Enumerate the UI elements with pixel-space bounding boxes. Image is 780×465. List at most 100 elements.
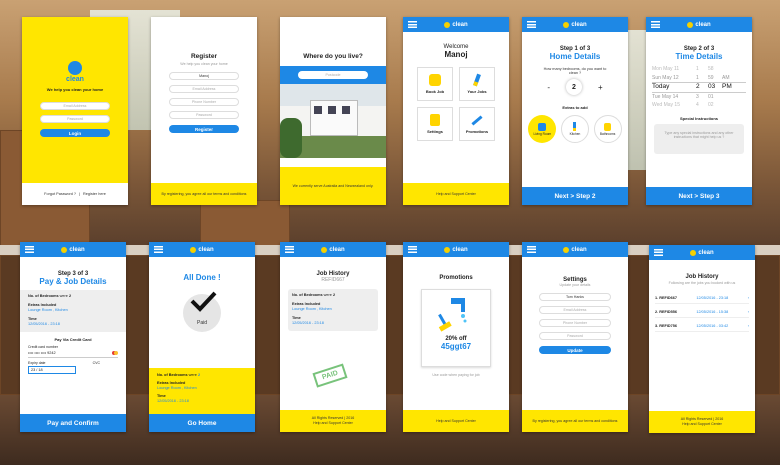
job-ref: REFID667 (321, 277, 345, 283)
promo-card: 20% off 45ggt67 (421, 289, 491, 367)
list-item[interactable]: 3. REFID756 12/05/2016 - 03:42 › (655, 321, 749, 332)
tile-book-job[interactable]: Book Job (417, 67, 453, 101)
brand-header: clean (687, 21, 711, 28)
special-instructions-field[interactable]: Type any special instructions and any ot… (654, 123, 744, 154)
user-name: Manoj (444, 50, 468, 59)
terms-text: By registering, you agree all our terms … (151, 183, 257, 205)
name-field[interactable]: Manoj (169, 72, 239, 80)
support-footer[interactable]: Help and Support Center (403, 410, 509, 432)
promo-code: 45ggt67 (440, 342, 472, 351)
brand-header: clean (61, 246, 85, 253)
job-summary-card: No. of Bedrooms were 2 Extras Included L… (288, 289, 378, 331)
login-button[interactable]: Login (40, 129, 110, 137)
mascot-icon (690, 249, 697, 256)
picker-row: Wed May 15 4 02 (652, 102, 714, 108)
chevron-right-icon: › (747, 310, 749, 314)
email-field[interactable]: Email Address (169, 85, 239, 93)
update-button[interactable]: Update (539, 346, 611, 354)
history-subtitle: Following are the jobs you booked with u… (668, 281, 736, 285)
register-button[interactable]: Register (169, 125, 239, 133)
password-field[interactable]: Password (40, 115, 110, 123)
list-item[interactable]: 1. REFID667 12/05/2016 - 23:18 › (655, 293, 749, 304)
promotions-screen: clean Promotions 20% off 45ggt67 Use cod… (403, 242, 509, 432)
step-heading: Home Details (549, 52, 601, 61)
menu-icon[interactable] (285, 246, 294, 253)
support-link[interactable]: Help and Support Center (682, 422, 722, 427)
support-link[interactable]: Help and Support Center (313, 421, 353, 426)
go-home-button[interactable]: Go Home (149, 414, 255, 432)
picker-row: Mon May 11 1 58 (652, 66, 714, 72)
name-field[interactable]: Tom Hanks (539, 293, 611, 301)
location-screen: Where do you live? Postcode We currently… (280, 17, 386, 205)
phone-field[interactable]: Phone Number (539, 319, 611, 327)
mascot-icon (444, 21, 451, 28)
email-field[interactable]: Email Address (40, 102, 110, 110)
done-title: All Done ! (183, 273, 221, 282)
extra-kitchen[interactable]: Kitchen (560, 115, 589, 143)
pay-confirm-button[interactable]: Pay and Confirm (20, 414, 126, 432)
menu-icon[interactable] (527, 21, 536, 28)
decrement-button[interactable]: - (547, 83, 550, 92)
password-field[interactable]: Password (539, 332, 611, 340)
tile-your-jobs[interactable]: Your Jobs (459, 67, 495, 101)
forgot-password-link[interactable]: Forgot Password ? (44, 192, 76, 196)
tile-promotions[interactable]: Promotions (459, 107, 495, 141)
register-screen: Register We help you clean your home Man… (151, 17, 257, 205)
brand-logo-text: clean (66, 76, 84, 83)
password-field[interactable]: Password (169, 111, 239, 119)
picker-row-selected: Today 2 03 PM (652, 82, 746, 93)
register-here-link[interactable]: Register here (83, 192, 106, 196)
menu-icon[interactable] (154, 246, 163, 253)
extras-label: Extras to add (562, 105, 588, 110)
job-detail-footer: All Rights Reserved | 2016 Help and Supp… (280, 410, 386, 432)
step2-screen: clean Step 2 of 3 Time Details Mon May 1… (646, 17, 752, 205)
vacuum-icon (538, 122, 547, 131)
menu-icon[interactable] (408, 21, 417, 28)
increment-button[interactable]: + (598, 83, 603, 92)
postcode-field[interactable]: Postcode (298, 71, 368, 79)
menu-icon[interactable] (408, 246, 417, 253)
brand-header: clean (563, 246, 587, 253)
home-screen: clean Welcome Manoj Book Job Your Jobs S… (403, 17, 509, 205)
mascot-icon (321, 246, 328, 253)
pay-title: Pay Via Credit Card (54, 336, 92, 342)
date-time-picker[interactable]: Mon May 11 1 58 Sun May 12 1 59 AM Today 2 03 PM… (652, 65, 746, 110)
job-summary-card: No. of Bedrooms were 2 Extras Included L… (20, 290, 126, 332)
support-footer[interactable]: Help and Support Center (403, 183, 509, 205)
menu-icon[interactable] (654, 249, 663, 256)
phone-field[interactable]: Phone Number (169, 98, 239, 106)
menu-icon[interactable] (527, 246, 536, 253)
brand-header: clean (444, 21, 468, 28)
mascot-icon (563, 246, 570, 253)
chevron-right-icon: › (747, 296, 749, 300)
mascot-icon (190, 246, 197, 253)
menu-icon[interactable] (651, 21, 660, 28)
card-number-field[interactable]: •••• •••• •••• 9242 (28, 351, 56, 355)
email-field[interactable]: Email Address (539, 306, 611, 314)
next-step2-button[interactable]: Next > Step 2 (522, 187, 628, 205)
mascot-icon (61, 246, 68, 253)
house-photo (280, 84, 386, 158)
menu-icon[interactable] (25, 246, 34, 253)
list-item[interactable]: 2. REFID556 12/05/2016 - 15:38 › (655, 307, 749, 318)
special-instructions-label: Special Instructions (679, 115, 718, 121)
cvc-label: CVC (92, 360, 100, 365)
paid-stamp: PAID (312, 363, 348, 388)
picker-row: Tue May 14 3 01 (652, 93, 714, 100)
register-title: Register (190, 53, 217, 60)
next-step3-button[interactable]: Next > Step 3 (646, 187, 752, 205)
bedroom-question: How many bedrooms, do you want to clean … (543, 67, 607, 75)
mascot-icon (563, 21, 570, 28)
picker-row: Sun May 12 1 59 AM (652, 74, 730, 81)
settings-subtitle: Update your details (559, 283, 591, 287)
mastercard-icon (111, 350, 118, 355)
expiry-field[interactable]: 23 / 18 (28, 365, 76, 374)
brand-header: clean (690, 249, 714, 256)
brand-header: clean (190, 246, 214, 253)
extra-bathrooms[interactable]: Bathrooms (593, 115, 622, 143)
tile-settings[interactable]: Settings (417, 107, 453, 141)
broom-icon (573, 122, 577, 131)
extra-living-room[interactable]: Living Room (528, 115, 557, 143)
step-heading: Pay & Job Details (39, 277, 107, 286)
expiry-label: Expiry date (28, 360, 46, 365)
